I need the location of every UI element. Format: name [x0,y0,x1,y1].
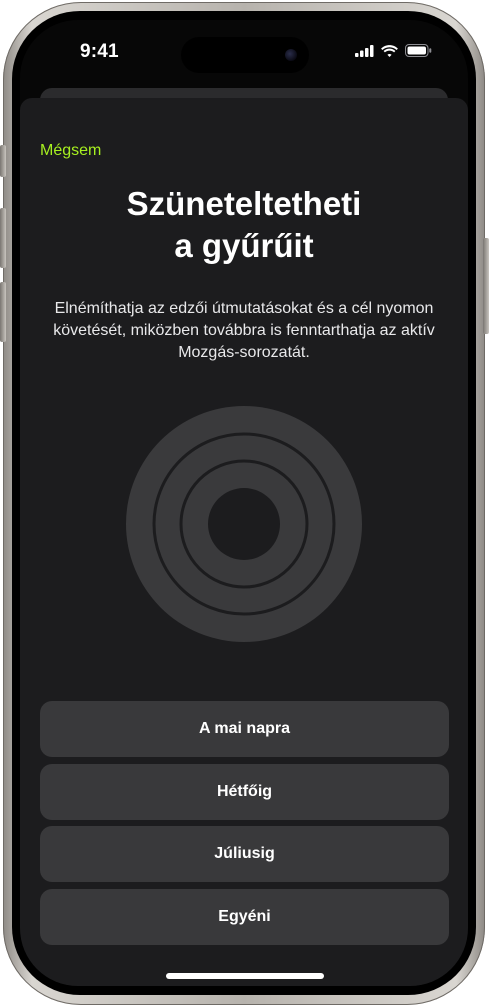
option-until-monday-button[interactable]: Hétfőig [40,764,449,820]
volume-up-button [0,208,6,268]
option-custom-button[interactable]: Egyéni [40,889,449,945]
status-time: 9:41 [80,41,119,62]
option-label: Júliusig [214,845,275,862]
option-until-july-button[interactable]: Júliusig [40,826,449,882]
status-bar: 9:41 [20,20,468,80]
dynamic-island [181,37,309,73]
option-label: Egyéni [218,908,271,925]
sheet-description: Elnémíthatja az edzői útmutatásokat és a… [53,300,435,361]
battery-icon [405,44,432,57]
cellular-signal-icon [355,44,374,57]
volume-down-button [0,282,6,342]
option-label: A mai napra [199,720,290,737]
home-indicator[interactable] [166,973,324,979]
action-button [0,145,6,177]
screen: 9:41 Mégsem Szüneteltetheti a gyűrűit El… [20,20,468,986]
camera-icon [285,49,297,61]
cancel-button[interactable]: Mégsem [40,142,101,160]
sheet-title: Szüneteltetheti a gyűrűit [126,185,362,264]
activity-rings-icon [126,406,362,642]
option-label: Hétfőig [216,783,273,800]
side-button [483,238,489,334]
status-icons [355,44,432,57]
wifi-icon [381,44,398,57]
option-today-button[interactable]: A mai napra [40,701,449,757]
